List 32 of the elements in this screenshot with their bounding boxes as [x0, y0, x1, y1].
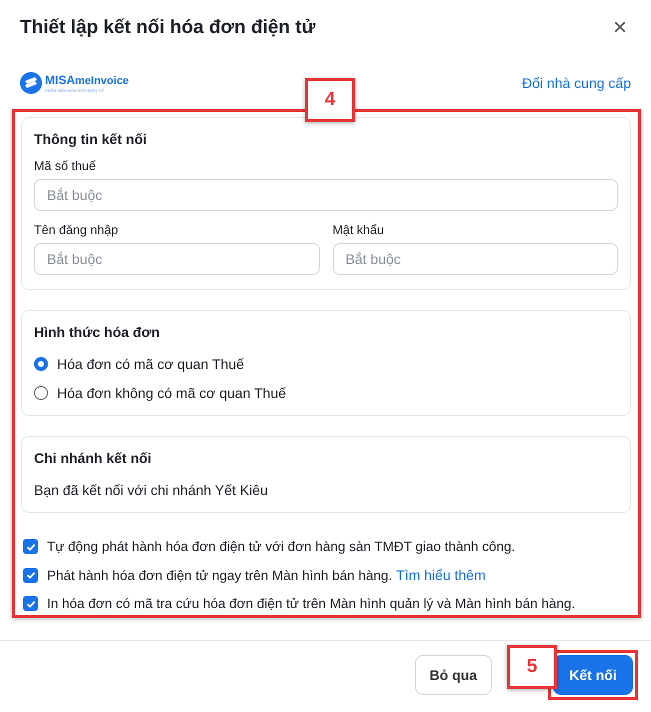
input-field[interactable]: Bắt buộc	[34, 179, 618, 211]
field-label: Mã số thuế	[34, 159, 97, 173]
dialog-title: Thiết lập kết nối hóa đơn điện tử	[20, 17, 316, 39]
logo-product: meInvoice	[75, 74, 129, 88]
radio-label: Hóa đơn có mã cơ quan Thuế	[57, 356, 244, 372]
option-label: Phát hành hóa đơn điện tử ngay trên Màn hình bán hàng. Tìm hiểu thêm	[47, 567, 486, 583]
skip-button[interactable]: Bỏ qua	[414, 655, 492, 695]
logo-brand: MISA	[45, 74, 75, 86]
close-button[interactable]: ×	[608, 16, 631, 40]
option-label: Tự động phát hành hóa đơn điện tử với đơn hàng sàn TMĐT giao thành công.	[47, 539, 516, 554]
input-field[interactable]: Bắt buộc	[34, 243, 320, 275]
radio-label: Hóa đơn không có mã cơ quan Thuế	[57, 385, 286, 401]
checkbox[interactable]	[23, 596, 38, 611]
section-title: Chi nhánh kết nối	[34, 450, 152, 466]
logo-icon	[20, 72, 42, 94]
section-title: Hình thức hóa đơn	[34, 324, 161, 340]
field-label: Tên đăng nhập	[34, 223, 120, 237]
learn-more-link[interactable]: Tìm hiểu thêm	[396, 567, 486, 583]
connect-button[interactable]: Kết nối	[553, 655, 633, 695]
radio-button[interactable]	[34, 357, 48, 371]
checkbox[interactable]	[23, 568, 38, 582]
radio-button[interactable]	[34, 386, 48, 400]
branch-text: Bạn đã kết nối với chi nhánh Yết Kiêu	[34, 482, 269, 498]
check-icon	[24, 569, 36, 581]
option-label: In hóa đơn có mã tra cứu hóa đơn điện tử trên Màn hình quản lý và Màn hình bán hàng.	[47, 596, 576, 611]
checkbox[interactable]	[23, 539, 38, 554]
field-label: Mật khẩu	[332, 223, 385, 237]
change-provider-link[interactable]: Đổi nhà cung cấp	[522, 75, 631, 91]
section-title: Thông tin kết nối	[34, 131, 148, 147]
step-callout: 5	[507, 645, 557, 689]
input-field[interactable]: Bắt buộc	[332, 243, 618, 275]
step-callout: 4	[305, 78, 355, 122]
